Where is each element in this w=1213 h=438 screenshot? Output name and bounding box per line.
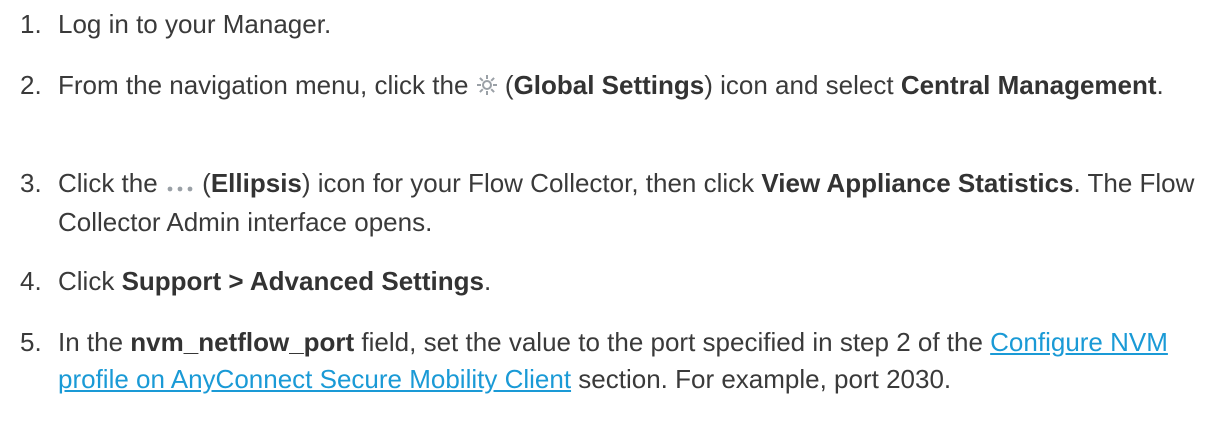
step-text: Log in to your Manager. — [58, 9, 332, 39]
step-text: Click Support > Advanced Settings. — [58, 266, 492, 296]
step-text: In the nvm_netflow_port field, set the v… — [58, 327, 1168, 394]
ui-term: Support > Advanced Settings — [121, 266, 484, 296]
step-number: 4. — [20, 266, 42, 296]
step-number: 2. — [20, 70, 42, 100]
step-text: Click the (Ellipsis) icon for your Flow … — [58, 167, 1195, 237]
step-number: 3. — [20, 168, 42, 198]
ui-term: Central Management — [900, 70, 1157, 100]
ui-term: View Appliance Statistics — [761, 168, 1074, 198]
gear-icon — [476, 69, 498, 106]
ellipsis-icon — [165, 167, 195, 204]
step-number: 1. — [20, 9, 42, 39]
step-text: From the navigation menu, click the (Glo… — [58, 67, 1208, 106]
ui-term: Global Settings — [513, 70, 705, 100]
step-number: 5. — [20, 327, 42, 357]
field-name: nvm_netflow_port — [130, 327, 355, 357]
procedure-steps: 1. Log in to your Manager. 2. From the n… — [0, 0, 1213, 438]
ui-term: Ellipsis — [210, 168, 302, 198]
